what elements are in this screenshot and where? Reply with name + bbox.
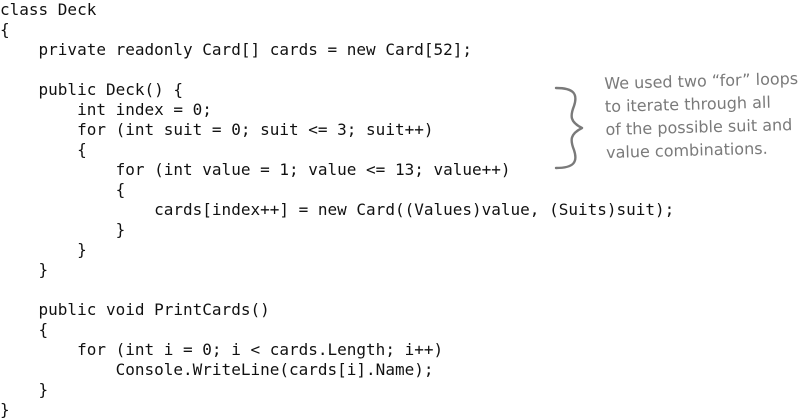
code-line: class Deck: [0, 0, 97, 19]
code-line: public void PrintCards(): [0, 300, 270, 319]
code-listing: class Deck{ private readonly Card[] card…: [0, 0, 674, 420]
code-line: {: [0, 20, 10, 39]
code-line: }: [0, 380, 49, 399]
annotation-line: value combinations.: [605, 138, 768, 162]
code-line: }: [0, 260, 49, 279]
code-line: }: [0, 400, 10, 419]
code-line: }: [0, 220, 126, 239]
code-line: private readonly Card[] cards = new Card…: [0, 40, 473, 59]
handwritten-annotation: We used two “for” loops to iterate throu…: [552, 67, 798, 180]
curly-brace-icon: [554, 86, 584, 170]
code-line: {: [0, 320, 49, 339]
code-line: for (int i = 0; i < cards.Length; i++): [0, 340, 444, 359]
code-line: Console.WriteLine(cards[i].Name);: [0, 360, 434, 379]
code-line: }: [0, 240, 87, 259]
code-line: cards[index++] = new Card((Values)value,…: [0, 200, 675, 219]
code-line: {: [0, 180, 126, 199]
annotation-text: We used two “for” loops to iterate throu…: [604, 67, 798, 164]
